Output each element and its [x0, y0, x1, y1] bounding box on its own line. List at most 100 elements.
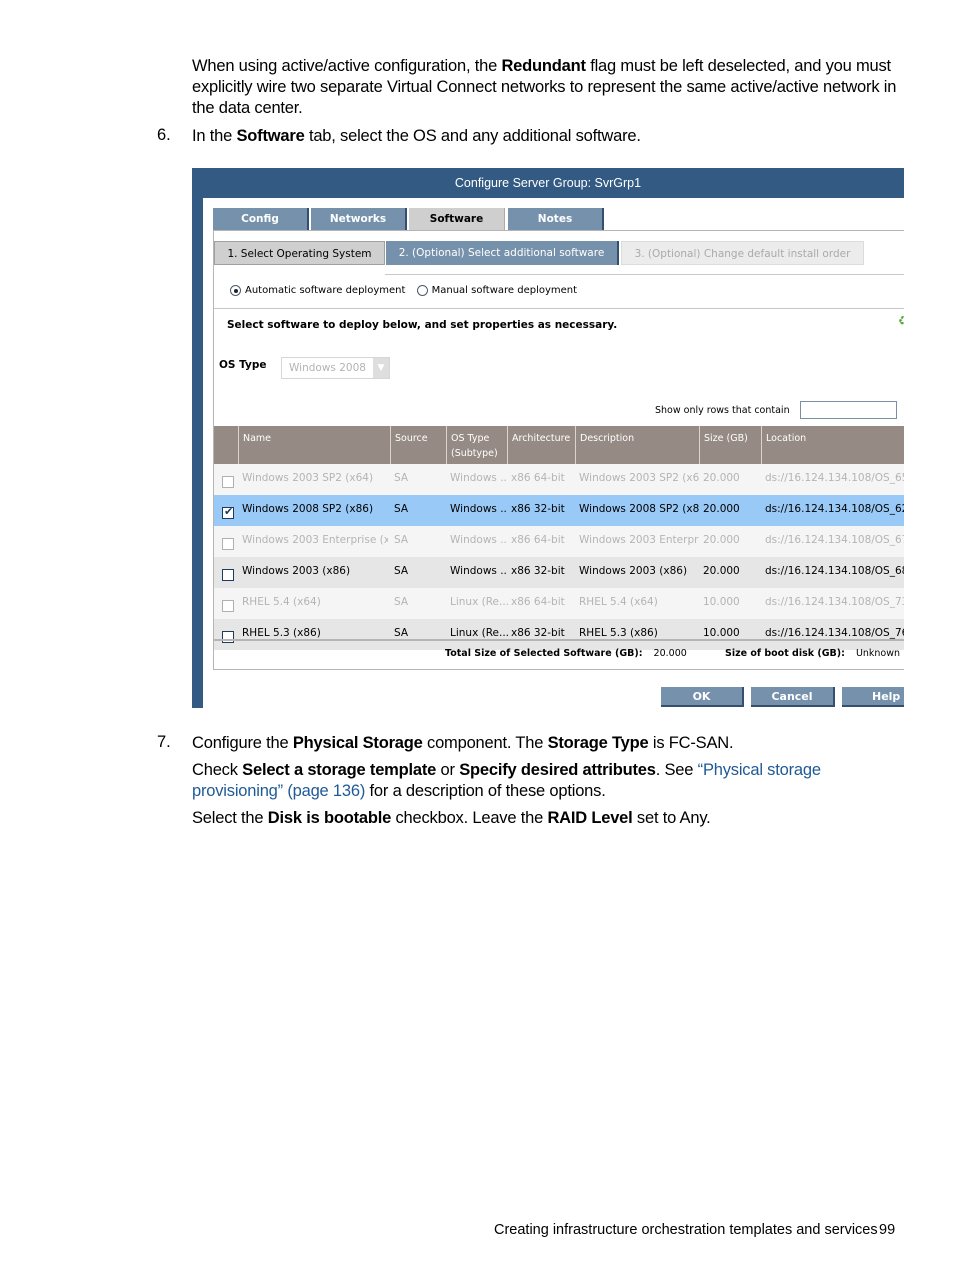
cell-location: ds://16.124.134.108/OS_65...: [765, 472, 904, 484]
column-header-architecture[interactable]: Architecture: [507, 426, 575, 464]
text-run: . See: [655, 761, 698, 779]
cell-os-type: Windows ...: [450, 503, 508, 515]
cell-source: SA: [394, 596, 409, 608]
step-7-line-1: Configure the Physical Storage component…: [192, 733, 898, 754]
text-run: checkbox. Leave the: [391, 809, 548, 827]
table-row: Windows 2003 Enterprise (x6... SA Windows …: [214, 526, 904, 557]
text-run: for a description of these options.: [365, 782, 606, 800]
column-header-location[interactable]: Location: [761, 426, 904, 464]
step-6-number: 6.: [157, 126, 171, 144]
table-row[interactable]: ✔ Windows 2008 SP2 (x86) SA Windows ... x86 …: [214, 495, 904, 526]
step-7-line-3: Select the Disk is bootable checkbox. Le…: [192, 808, 898, 829]
text-run: is FC-SAN.: [648, 734, 734, 752]
cell-arch: x86 64-bit: [511, 534, 565, 546]
column-header-source[interactable]: Source: [390, 426, 446, 464]
cell-size: 20.000: [703, 472, 740, 484]
cell-arch: x86 32-bit: [511, 627, 565, 639]
cancel-button[interactable]: Cancel: [751, 687, 835, 707]
step-select-additional-software[interactable]: 2. (Optional) Select additional software: [386, 241, 619, 265]
checkbox[interactable]: [222, 631, 234, 643]
cell-arch: x86 64-bit: [511, 596, 565, 608]
tab-config[interactable]: Config: [213, 208, 309, 230]
instruction-text: Select software to deploy below, and set…: [227, 319, 618, 331]
step-7-number: 7.: [157, 733, 171, 751]
wizard-steps: 1. Select Operating System 2. (Optional)…: [214, 241, 904, 275]
page-number: 99: [879, 1222, 896, 1238]
cell-arch: x86 32-bit: [511, 503, 565, 515]
cell-size: 20.000: [703, 565, 740, 577]
column-header-size[interactable]: Size (GB): [699, 426, 761, 464]
table-row: Windows 2003 SP2 (x64) SA Windows ... x86 6…: [214, 464, 904, 495]
cell-location: ds://16.124.134.108/OS_76...: [765, 627, 904, 639]
cell-description: RHEL 5.3 (x86): [579, 627, 658, 639]
cell-location: ds://16.124.134.108/OS_67...: [765, 534, 904, 546]
cell-source: SA: [394, 503, 409, 515]
cell-description: Windows 2003 Enterpri...: [579, 534, 699, 546]
text-run: component. The: [422, 734, 548, 752]
refresh-icon[interactable]: ♻: [898, 315, 904, 329]
filter-label: Show only rows that contain: [655, 405, 790, 416]
table-row[interactable]: RHEL 5.3 (x86) SA Linux (Re... x86 32-bit RH…: [214, 619, 904, 650]
total-selected-size: Total Size of Selected Software (GB): 20…: [445, 648, 687, 659]
cell-name: RHEL 5.4 (x64): [242, 596, 321, 608]
column-header-os-type[interactable]: OS Type (Subtype): [446, 426, 506, 464]
cell-os-type: Windows ...: [450, 565, 508, 577]
table-row[interactable]: Windows 2003 (x86) SA Windows ... x86 32-bi…: [214, 557, 904, 588]
step-change-install-order: 3. (Optional) Change default install ord…: [621, 241, 864, 265]
column-header-description[interactable]: Description: [575, 426, 699, 464]
footer-section-title: Creating infrastructure orchestration te…: [494, 1222, 878, 1238]
os-type-label: OS Type: [219, 359, 267, 371]
cell-location: ds://16.124.134.108/OS_62...: [765, 503, 904, 515]
grid-body: Windows 2003 SP2 (x64) SA Windows ... x86 6…: [214, 464, 904, 650]
cell-arch: x86 64-bit: [511, 472, 565, 484]
radio-selected-icon[interactable]: [230, 284, 241, 296]
dialog-title: Configure Server Group: SvrGrp1: [192, 168, 904, 198]
cell-location: ds://16.124.134.108/OS_68...: [765, 565, 904, 577]
bold-term: RAID Level: [547, 809, 633, 827]
column-header-select: [214, 426, 238, 464]
text-run: Check: [192, 761, 243, 779]
subtab-underline: [385, 274, 904, 275]
software-tab-panel: 1. Select Operating System 2. (Optional)…: [213, 230, 904, 670]
bold-term: Redundant: [501, 57, 586, 75]
os-type-select: Windows 2008 ▼: [281, 357, 390, 379]
cell-location: ds://16.124.134.108/OS_73...: [765, 596, 904, 608]
checkbox[interactable]: [222, 569, 234, 581]
bold-term: Disk is bootable: [267, 809, 392, 827]
cell-size: 10.000: [703, 627, 740, 639]
boot-disk-label: Size of boot disk (GB):: [725, 648, 845, 659]
cell-source: SA: [394, 565, 409, 577]
help-button[interactable]: Help: [842, 687, 904, 707]
checkbox: [222, 538, 234, 550]
tab-software[interactable]: Software: [409, 208, 505, 231]
text-run: set to Any.: [632, 809, 711, 827]
total-selected-label: Total Size of Selected Software (GB):: [445, 648, 643, 659]
cell-name: Windows 2003 Enterprise (x6...: [242, 534, 388, 546]
bold-term: Physical Storage: [292, 734, 423, 752]
automatic-deployment-option[interactable]: Automatic software deployment: [230, 284, 409, 296]
text-run: Select the: [192, 809, 268, 827]
cell-os-type: Windows ...: [450, 534, 508, 546]
checkbox: [222, 476, 234, 488]
cell-size: 20.000: [703, 503, 740, 515]
cell-os-type: Windows ...: [450, 472, 508, 484]
cell-size: 20.000: [703, 534, 740, 546]
tab-networks[interactable]: Networks: [311, 208, 407, 230]
text-run: In the: [192, 127, 237, 145]
step-select-os[interactable]: 1. Select Operating System: [214, 241, 385, 265]
os-type-value: Windows 2008: [289, 362, 366, 374]
checkmark-icon: ✔: [224, 505, 234, 518]
tab-notes[interactable]: Notes: [508, 208, 604, 230]
radio-unselected-icon[interactable]: [416, 284, 428, 296]
text-run: tab, select the OS and any additional so…: [304, 127, 641, 145]
table-row: RHEL 5.4 (x64) SA Linux (Re... x86 64-bit RH…: [214, 588, 904, 619]
bold-term: Select a storage template: [242, 761, 437, 779]
column-header-name[interactable]: Name: [238, 426, 390, 464]
checkbox-checked[interactable]: ✔: [222, 505, 234, 519]
cell-os-type: Linux (Re...: [450, 627, 508, 639]
dialog-left-border: [192, 168, 203, 708]
filter-input[interactable]: [800, 401, 897, 419]
manual-deployment-option[interactable]: Manual software deployment: [416, 284, 577, 296]
ok-button[interactable]: OK: [661, 687, 744, 707]
step-6-text: In the Software tab, select the OS and a…: [192, 126, 898, 147]
